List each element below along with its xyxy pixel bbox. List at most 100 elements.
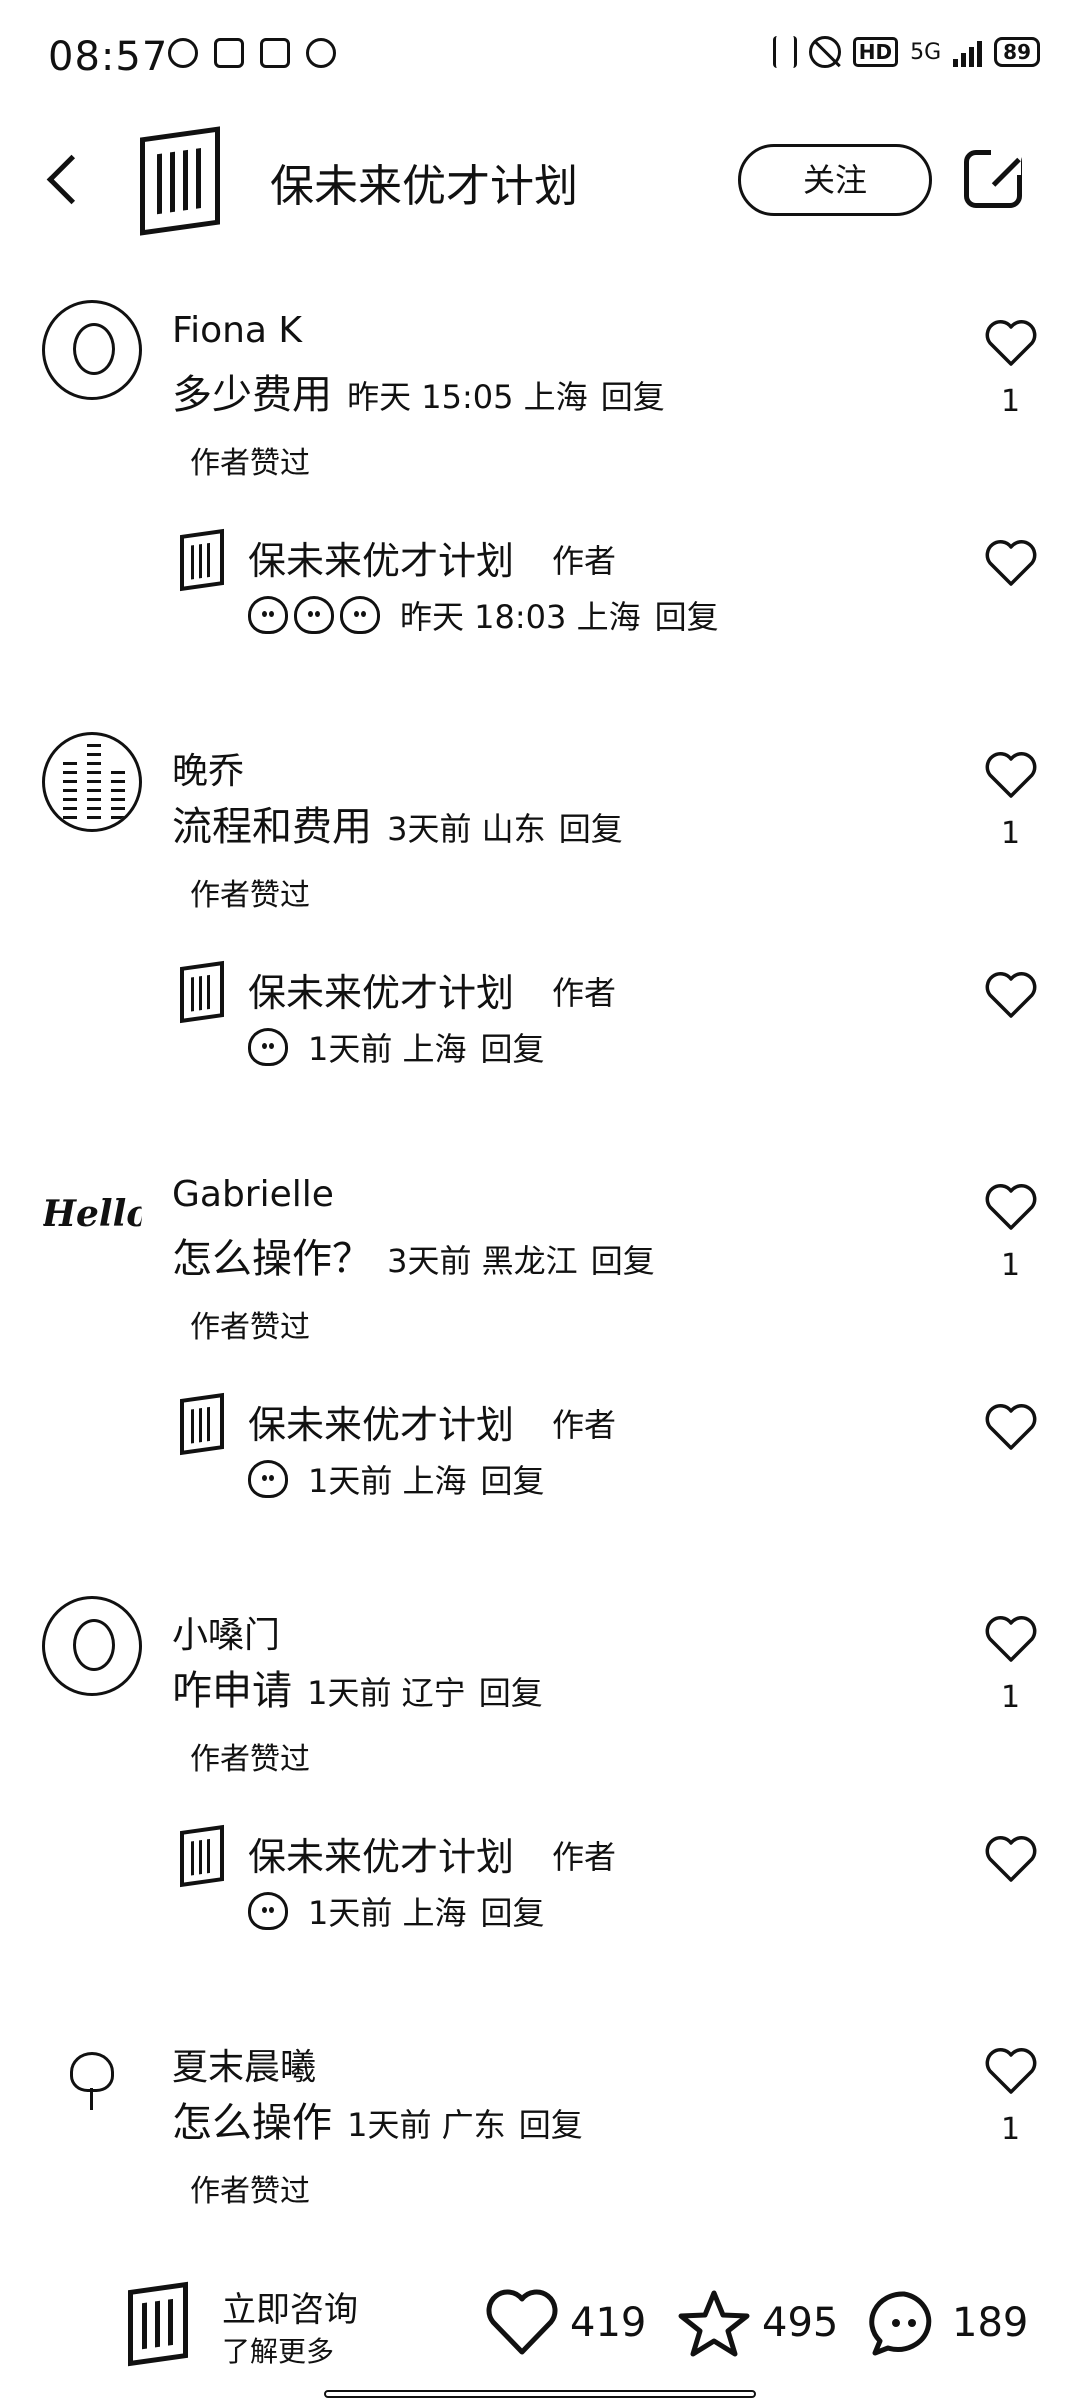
reply-line: 1天前 上海 回复: [248, 1888, 545, 1934]
commenter-name[interactable]: 夏末晨曦: [172, 2038, 316, 2090]
reply-link[interactable]: 回复: [481, 1888, 545, 1934]
comment-text: 咋申请: [172, 1668, 292, 1714]
like-count: 1: [1001, 2112, 1021, 2147]
author-tag: 作者: [552, 1838, 617, 1876]
reply-link[interactable]: 回复: [559, 810, 623, 848]
status-bar: 08:57 HD 5G 89: [0, 0, 1080, 110]
emoji-icon: [248, 596, 288, 634]
comment-text: 流程和费用: [172, 804, 372, 850]
mute-icon: [808, 36, 841, 68]
status-time: 08:57: [48, 34, 169, 80]
back-icon[interactable]: [40, 154, 90, 204]
bluetooth-icon: [772, 36, 797, 68]
follow-button[interactable]: 关注: [738, 144, 932, 216]
favorite-button[interactable]: 495: [676, 2288, 838, 2358]
author-logo[interactable]: [180, 1392, 224, 1456]
emoji-icon: [294, 596, 334, 634]
like-count: 1: [1001, 816, 1021, 851]
heart-icon[interactable]: [984, 2048, 1038, 2096]
heart-icon[interactable]: [984, 320, 1038, 368]
avatar[interactable]: Hello: [42, 1164, 142, 1264]
reply-author-name[interactable]: 保未来优才计划: [248, 1826, 514, 1881]
author-liked-label: 作者赞过: [190, 1310, 310, 1345]
heart-icon[interactable]: [984, 1836, 1038, 1884]
like-count: 1: [1001, 384, 1021, 419]
learn-more-link[interactable]: 了解更多: [222, 2330, 334, 2370]
commenter-name[interactable]: Gabrielle: [172, 1174, 334, 1215]
author-liked-label: 作者赞过: [190, 878, 310, 913]
reply-meta: 1天前 上海: [308, 1894, 467, 1932]
comment-line: 怎么操作 1天前 广东 回复: [172, 2090, 583, 2148]
author-logo[interactable]: [180, 960, 224, 1024]
reply-line: 昨天 18:03 上海 回复: [248, 592, 719, 638]
page-title[interactable]: 保未来优才计划: [270, 150, 578, 214]
home-indicator[interactable]: [324, 2390, 756, 2398]
reply-link[interactable]: 回复: [655, 592, 719, 638]
reply-line: 1天前 上海 回复: [248, 1024, 545, 1070]
author-tag: 作者: [552, 974, 617, 1012]
comment-text: 怎么操作: [172, 2100, 332, 2146]
account-logo[interactable]: [140, 126, 220, 236]
heart-icon[interactable]: [984, 972, 1038, 1020]
avatar[interactable]: [42, 732, 142, 832]
author-tag: 作者: [552, 542, 617, 580]
reply-line: 1天前 上海 回复: [248, 1456, 545, 1502]
like-count: 1: [1001, 1680, 1021, 1715]
heart-icon[interactable]: [984, 1404, 1038, 1452]
like-total: 419: [570, 2300, 647, 2346]
comment-line: 咋申请 1天前 辽宁 回复: [172, 1658, 543, 1716]
header: 保未来优才计划 关注: [0, 120, 1080, 240]
app-notification-icon: [214, 38, 244, 68]
notification-icons: [168, 38, 336, 68]
avatar[interactable]: [42, 2028, 142, 2128]
reply-author-name[interactable]: 保未来优才计划: [248, 962, 514, 1017]
author-liked-label: 作者赞过: [190, 446, 310, 481]
emoji-icon: [248, 1460, 288, 1498]
commenter-name[interactable]: Fiona K: [172, 310, 302, 351]
share-icon[interactable]: [964, 145, 1022, 208]
heart-icon[interactable]: [984, 1184, 1038, 1232]
weibo-icon: [306, 38, 336, 68]
comment-meta: 昨天 15:05 上海: [347, 378, 588, 416]
comment-line: 流程和费用 3天前 山东 回复: [172, 794, 623, 852]
reply-link[interactable]: 回复: [479, 1674, 543, 1712]
reply-meta: 昨天 18:03 上海: [400, 598, 641, 636]
bottom-bar: 立即咨询 了解更多 419 495 189: [0, 2270, 1080, 2380]
reply-author-name[interactable]: 保未来优才计划: [248, 530, 514, 585]
comment-meta: 3天前 山东: [387, 810, 546, 848]
account-logo[interactable]: [128, 2281, 188, 2367]
comment-meta: 3天前 黑龙江: [387, 1242, 578, 1280]
comment-line: 怎么操作？ 3天前 黑龙江 回复: [172, 1226, 655, 1284]
reply-link[interactable]: 回复: [591, 1242, 655, 1280]
comment-total: 189: [952, 2300, 1029, 2346]
commenter-name[interactable]: 晚乔: [172, 742, 244, 794]
emoji-icon: [248, 1892, 288, 1930]
reply-link[interactable]: 回复: [481, 1456, 545, 1502]
emoji-icon: [248, 1028, 288, 1066]
author-liked-label: 作者赞过: [190, 1742, 310, 1777]
like-button[interactable]: 419: [484, 2288, 646, 2358]
reply-link[interactable]: 回复: [481, 1024, 545, 1070]
avatar[interactable]: [42, 1596, 142, 1696]
author-logo[interactable]: [180, 1824, 224, 1888]
comment-text: 多少费用: [172, 372, 332, 418]
hd-icon: HD: [852, 37, 899, 67]
comment-line: 多少费用 昨天 15:05 上海 回复: [172, 362, 665, 420]
author-logo[interactable]: [180, 528, 224, 592]
app-notification-icon: [260, 38, 290, 68]
battery-icon: 89: [994, 37, 1040, 67]
comment-button[interactable]: 189: [866, 2288, 1028, 2358]
avatar[interactable]: [42, 300, 142, 400]
heart-icon[interactable]: [984, 752, 1038, 800]
reply-link[interactable]: 回复: [601, 378, 665, 416]
reply-author-name[interactable]: 保未来优才计划: [248, 1394, 514, 1449]
consult-button[interactable]: 立即咨询: [222, 2282, 358, 2331]
heart-icon: [486, 2289, 558, 2355]
network-type: 5G: [910, 39, 942, 65]
heart-icon[interactable]: [984, 1616, 1038, 1664]
heart-icon[interactable]: [984, 540, 1038, 588]
signal-icon: [953, 37, 983, 67]
reply-link[interactable]: 回复: [519, 2106, 583, 2144]
commenter-name[interactable]: 小嗓门: [172, 1606, 280, 1658]
reply-meta: 1天前 上海: [308, 1462, 467, 1500]
